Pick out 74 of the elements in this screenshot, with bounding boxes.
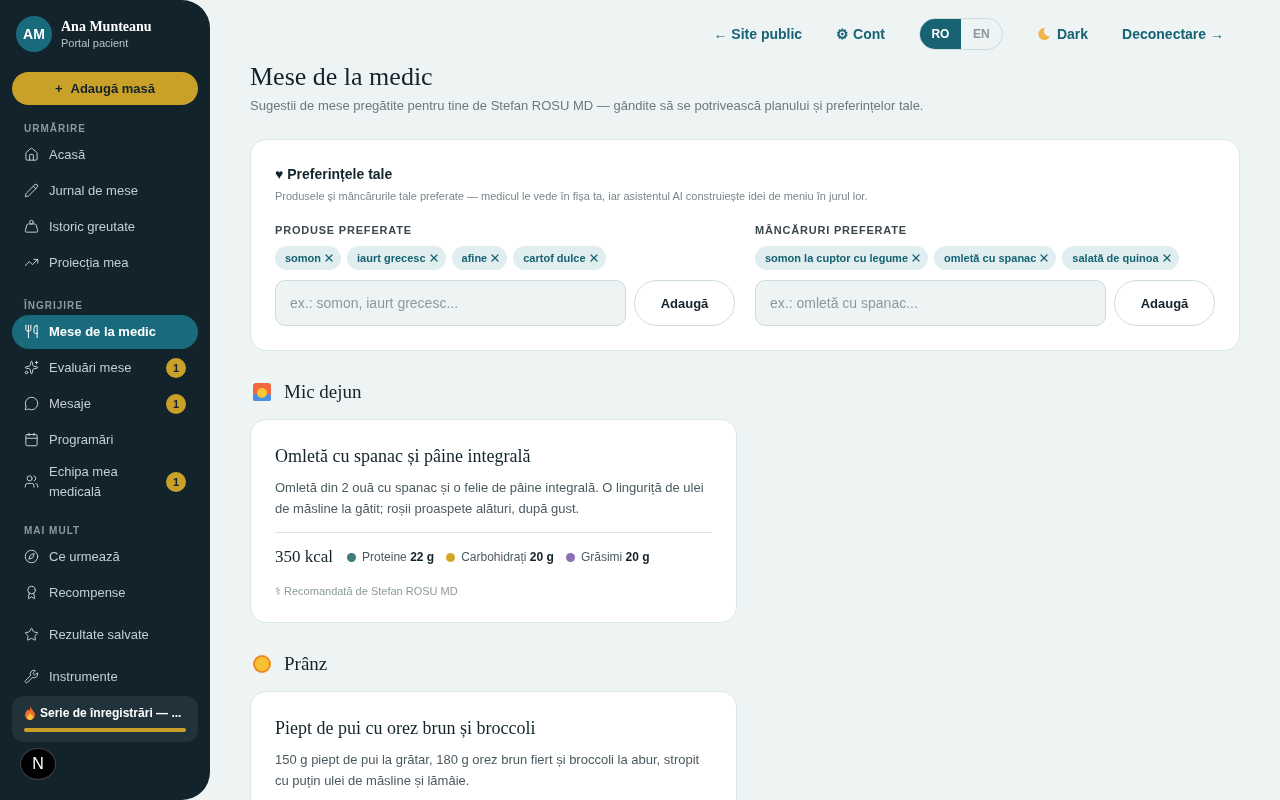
preference-chip: afine [451, 246, 508, 270]
sidebar-item[interactable]: Mesaje 1 [12, 386, 198, 421]
kcal-value: 350 kcal [275, 547, 334, 567]
star-icon [24, 627, 39, 642]
sparkle-icon [24, 360, 39, 375]
preference-input[interactable]: ex.: omletă cu spanac... [755, 280, 1106, 326]
count-badge: 1 [166, 393, 186, 414]
sun-icon [252, 654, 272, 674]
macro-value: Grăsimi 20 g [580, 550, 650, 564]
sidebar-item[interactable]: Recompense [12, 575, 198, 610]
group-title: PRODUSE PREFERATE [275, 224, 413, 236]
preferences-description: Produsele și mâncărurile tale preferate — medicul le vede în fișa ta, iar asistentul AI construiește idei de meniu în jurul lor. [275, 190, 869, 202]
logout-link[interactable]: Deconectare → [1122, 26, 1224, 42]
chat-icon [24, 396, 39, 411]
app-badge[interactable]: N [20, 747, 56, 780]
macro-value: Proteine 22 g [362, 550, 435, 564]
section-title: MAI MULT [24, 524, 82, 536]
site-link[interactable]: ← Site public [713, 26, 803, 42]
meal-title: Piept de pui cu orez brun și broccoli [275, 718, 537, 739]
meal-description: Omletă din 2 ouă cu spanac și o felie de pâine integrală. O linguriță de ulei de măsline la gătit; roșii proaspete alături, după gust. [275, 479, 705, 518]
group-title: MÂNCĂRURI PREFERATE [755, 224, 908, 236]
moon-icon [1036, 27, 1051, 41]
add-button[interactable]: Adaugă [634, 280, 735, 326]
count-badge: 1 [166, 471, 186, 492]
add-button[interactable]: Adaugă [1114, 280, 1215, 326]
preference-chip: somon [275, 246, 342, 270]
user-role: Portal pacient [61, 37, 130, 49]
calendar-icon [24, 432, 39, 447]
sidebar-item[interactable]: Programări [12, 422, 198, 457]
add-meal-button[interactable]: + Adaugă masă [12, 72, 198, 105]
preference-chip: iaurt grecesc [347, 246, 446, 270]
house-icon [24, 147, 39, 162]
avatar: AM [16, 16, 52, 52]
user-name: Ana Munteanu [61, 19, 152, 35]
sidebar-item[interactable]: Istoric greutate [12, 209, 198, 244]
compass-icon [24, 549, 39, 564]
streak-label: Serie de înregistrări — ... [40, 705, 182, 720]
sidebar-item[interactable]: Mese de la medic [12, 314, 198, 349]
utensils-icon [24, 324, 39, 339]
sidebar-item[interactable]: Rezultate salvate [12, 611, 198, 658]
page-title: Mese de la medic [250, 62, 434, 92]
sidebar-item[interactable]: Jurnal de mese [12, 173, 198, 208]
page-subtitle: Sugestii de mese pregătite pentru tine de Stefan ROSU MD — gândite să se potrivească planului și preferințelor tale. [250, 98, 925, 113]
award-icon [24, 585, 39, 600]
preference-chip: salată de quinoa [1062, 246, 1179, 270]
count-badge: 1 [166, 357, 186, 378]
account-link[interactable]: ⚙ Cont [836, 26, 885, 42]
meal-title: Omletă cu spanac și pâine integrală [275, 446, 532, 467]
sidebar-item[interactable]: Proiecția mea [12, 245, 198, 280]
sidebar-item[interactable]: Instrumente [12, 659, 198, 694]
pencil-icon [24, 183, 39, 198]
preference-input[interactable]: ex.: somon, iaurt grecesc... [275, 280, 626, 326]
flame-icon [24, 705, 36, 720]
language-option[interactable]: RO [919, 19, 961, 49]
section-title: ÎNGRIJIRE [24, 299, 84, 311]
preferences-title: ♥ Preferințele tale [275, 166, 394, 182]
preference-chip: somon la cuptor cu legume [755, 246, 929, 270]
weight-icon [24, 219, 39, 234]
wrench-icon [24, 669, 39, 684]
theme-toggle[interactable]: Dark [1036, 26, 1089, 42]
meal-heading: Prânz [284, 653, 328, 675]
sunrise-icon [252, 382, 272, 402]
recommendation-note: ⚕ Recomandată de Stefan ROSU MD [275, 585, 459, 598]
preference-chip: omletă cu spanac [934, 246, 1057, 270]
people-icon [24, 474, 39, 489]
macro-value: Carbohidrați 20 g [461, 550, 554, 564]
sidebar-item[interactable]: Acasă [12, 137, 198, 172]
meal-heading: Mic dejun [284, 381, 362, 403]
sidebar-item[interactable]: Echipa mea medicală 1 [12, 458, 198, 505]
meal-description: 150 g piept de pui la grătar, 180 g orez brun fiert și broccoli la abur, stropit cu puțin ulei de măsline și lămâie. [275, 751, 701, 790]
section-title: URMĂRIRE [24, 122, 87, 134]
sidebar-item[interactable]: Ce urmează [12, 539, 198, 574]
sidebar-item[interactable]: Evaluări mese 1 [12, 350, 198, 385]
preference-chip: cartof dulce [513, 246, 606, 270]
